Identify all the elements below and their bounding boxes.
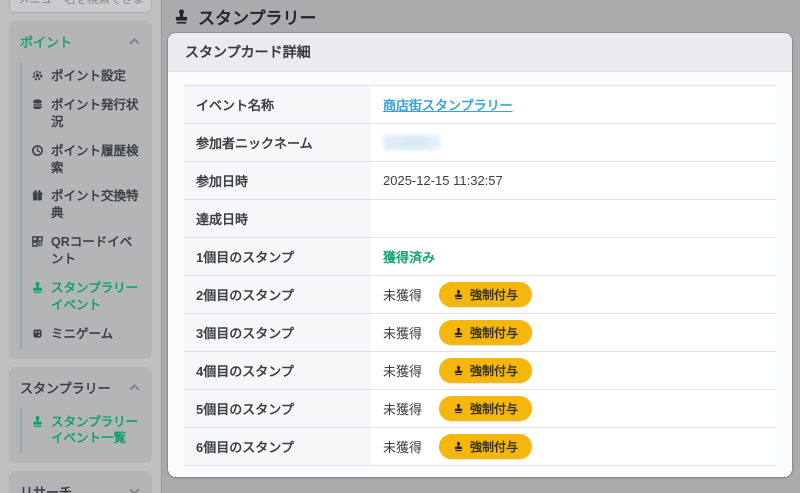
table-row: 5個目のスタンプ 未獲得 強制付与 <box>184 389 776 428</box>
page-title-text: スタンプラリー <box>198 9 317 28</box>
sidebar-item-label: ポイント発行状況 <box>51 97 139 129</box>
row-label: 参加者ニックネーム <box>184 123 371 162</box>
sidebar-item-stamp-rally-event-list[interactable]: スタンプラリーイベント一覧 <box>31 408 143 454</box>
row-label: 2個目のスタンプ <box>184 275 371 314</box>
sidebar-item-point-settings[interactable]: ポイント設定 <box>31 62 143 91</box>
sidebar-item-label: ポイント履歴検索 <box>51 143 139 175</box>
stamp-icon <box>31 281 44 294</box>
stamp-icon <box>175 9 188 24</box>
history-icon <box>31 144 44 157</box>
table-row: 1個目のスタンプ 獲得済み <box>184 237 776 276</box>
chevron-up-icon <box>129 383 140 394</box>
event-name-link[interactable]: 商店街スタンプラリー <box>383 98 513 113</box>
sidebar-section-points-header[interactable]: ポイント <box>18 29 143 54</box>
stamp-icon <box>454 289 463 300</box>
stamp-1-status: 獲得済み <box>383 250 436 265</box>
row-label: 3個目のスタンプ <box>184 313 371 352</box>
completion-datetime-value <box>371 199 776 238</box>
row-label: 1個目のスタンプ <box>184 237 371 276</box>
stamp-icon <box>454 441 463 452</box>
table-row: イベント名称 商店街スタンプラリー <box>184 85 776 124</box>
row-label: 達成日時 <box>184 199 371 238</box>
sidebar-item-point-rewards[interactable]: ポイント交換特典 <box>31 182 143 228</box>
sidebar-item-label: ミニゲーム <box>51 326 114 341</box>
row-label: イベント名称 <box>184 85 371 124</box>
force-grant-button[interactable]: 強制付与 <box>439 282 533 307</box>
sidebar-item-point-issuance[interactable]: ポイント発行状況 <box>31 91 143 137</box>
stamp-icon <box>454 327 463 338</box>
card-body: イベント名称 商店街スタンプラリー 参加者ニックネーム 参加日時 2025-12… <box>168 72 792 477</box>
sidebar-section-stamp-rally: スタンプラリー スタンプラリーイベント一覧 <box>9 366 152 464</box>
section-label: リサーチ <box>20 485 73 493</box>
sidebar-item-minigame[interactable]: ミニゲーム <box>31 320 143 349</box>
nickname-redacted-value <box>383 135 441 150</box>
sidebar-item-label: QRコードイベント <box>51 235 133 266</box>
row-label: 参加日時 <box>184 161 371 200</box>
sidebar-item-point-history[interactable]: ポイント履歴検索 <box>31 137 143 183</box>
stamp-4-status: 未獲得 <box>383 364 423 379</box>
force-grant-button[interactable]: 強制付与 <box>439 358 533 383</box>
join-datetime-value: 2025-12-15 11:32:57 <box>371 161 776 200</box>
chevron-down-icon <box>129 485 140 493</box>
stamp-icon <box>31 415 44 428</box>
sidebar-section-research: リサーチ <box>9 471 152 493</box>
stamp-5-status: 未獲得 <box>383 402 423 417</box>
sidebar-item-label: スタンプラリーイベント <box>51 280 139 312</box>
sidebar-item-label: スタンプラリーイベント一覧 <box>51 414 139 446</box>
sidebar-section-research-header[interactable]: リサーチ <box>18 479 143 493</box>
page-title: スタンプラリー <box>162 0 800 33</box>
sidebar: ポイント ポイント設定 ポイント発行状況 ポイント履歴検索 <box>0 0 162 493</box>
force-grant-button[interactable]: 強制付与 <box>439 396 533 421</box>
sidebar-item-stamp-rally-event[interactable]: スタンプラリーイベント <box>31 274 143 320</box>
sidebar-item-label: ポイント設定 <box>51 69 127 83</box>
sidebar-item-qr-event[interactable]: QRコードイベント <box>31 228 143 274</box>
chevron-up-icon <box>129 37 140 48</box>
detail-table: イベント名称 商店街スタンプラリー 参加者ニックネーム 参加日時 2025-12… <box>184 85 776 466</box>
gift-icon <box>31 189 44 202</box>
row-label: 6個目のスタンプ <box>184 427 371 466</box>
gear-icon <box>31 69 44 82</box>
table-row: 3個目のスタンプ 未獲得 強制付与 <box>184 313 776 352</box>
minigame-icon <box>31 327 44 340</box>
table-row: 2個目のスタンプ 未獲得 強制付与 <box>184 275 776 314</box>
row-label: 5個目のスタンプ <box>184 389 371 428</box>
table-row: 参加者ニックネーム <box>184 123 776 162</box>
search-input[interactable] <box>9 0 152 13</box>
stamp-icon <box>454 365 463 376</box>
force-grant-button[interactable]: 強制付与 <box>439 434 533 459</box>
points-submenu: ポイント設定 ポイント発行状況 ポイント履歴検索 ポイント交換特典 QRコードイ… <box>20 62 143 349</box>
sidebar-section-points: ポイント ポイント設定 ポイント発行状況 ポイント履歴検索 ポイント交換特典 Q… <box>9 21 152 359</box>
sidebar-item-label: ポイント交換特典 <box>51 189 139 221</box>
section-label: スタンプラリー <box>20 380 111 396</box>
sidebar-section-stamp-rally-header[interactable]: スタンプラリー <box>18 375 143 400</box>
qrcode-icon <box>31 235 44 248</box>
coins-icon <box>31 98 44 111</box>
main-content: スタンプラリー スタンプカード詳細 イベント名称 商店街スタンプラリー 参加者ニ… <box>162 0 800 493</box>
table-row: 6個目のスタンプ 未獲得 強制付与 <box>184 427 776 466</box>
force-grant-button[interactable]: 強制付与 <box>439 320 533 345</box>
stamp-6-status: 未獲得 <box>383 440 423 455</box>
stamp-icon <box>454 403 463 414</box>
stamp-card-detail-card: スタンプカード詳細 イベント名称 商店街スタンプラリー 参加者ニックネーム 参加… <box>168 33 792 477</box>
section-label: ポイント <box>20 35 73 50</box>
stamp-2-status: 未獲得 <box>383 288 423 303</box>
table-row: 4個目のスタンプ 未獲得 強制付与 <box>184 351 776 390</box>
stamp-rally-submenu: スタンプラリーイベント一覧 <box>20 407 143 454</box>
card-header: スタンプカード詳細 <box>168 33 792 72</box>
row-label: 4個目のスタンプ <box>184 351 371 390</box>
table-row: 参加日時 2025-12-15 11:32:57 <box>184 161 776 200</box>
table-row: 達成日時 <box>184 199 776 238</box>
stamp-3-status: 未獲得 <box>383 326 423 341</box>
